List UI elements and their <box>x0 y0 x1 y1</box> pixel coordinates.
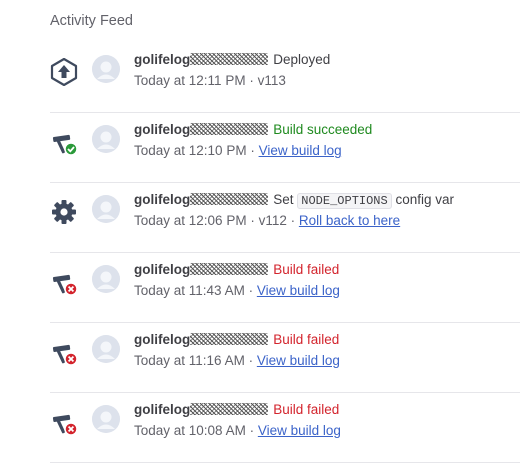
separator: · <box>244 283 257 298</box>
feed-item-deployed: golifelog Deployed Today at 12:11 PM · v1… <box>50 42 520 113</box>
user-name: golifelog <box>134 192 191 207</box>
view-build-log-link[interactable]: View build log <box>257 353 340 368</box>
feed-item-meta: Today at 10:08 AM · View build log <box>134 423 341 438</box>
separator: · <box>246 143 259 158</box>
action-text: Deployed <box>273 52 331 67</box>
release-version: v113 <box>257 73 286 88</box>
action-text: Set <box>273 192 294 207</box>
redacted-email <box>190 263 269 275</box>
deploy-upload-icon <box>50 58 78 86</box>
feed-item-build-succeeded: golifelog Build succeeded Today at 12:10 … <box>50 112 520 183</box>
build-status: Build succeeded <box>273 122 373 137</box>
avatar <box>92 265 120 293</box>
release-version: v112 <box>258 213 287 228</box>
feed-item-summary: golifelog Build failed <box>134 262 339 277</box>
redacted-email <box>190 333 269 345</box>
feed-item-summary: golifelog Build failed <box>134 402 339 417</box>
user-name: golifelog <box>134 122 191 137</box>
activity-feed: Activity Feed golifelog Deployed Today at… <box>0 0 520 473</box>
view-build-log-link[interactable]: View build log <box>258 423 341 438</box>
redacted-email <box>190 53 269 65</box>
feed-item-build-failed: golifelog Build failed Today at 11:43 AM … <box>50 252 520 323</box>
roll-back-link[interactable]: Roll back to here <box>299 213 400 228</box>
avatar <box>92 195 120 223</box>
build-failed-icon <box>52 274 78 296</box>
gear-icon <box>52 200 76 224</box>
feed-item-summary: golifelog Build failed <box>134 332 339 347</box>
redacted-email <box>190 193 269 205</box>
timestamp: Today at 11:16 AM <box>134 353 245 368</box>
user-name: golifelog <box>134 332 191 347</box>
feed-item-meta: Today at 12:10 PM · View build log <box>134 143 342 158</box>
feed-item-build-failed: golifelog Build failed Today at 11:16 AM … <box>50 322 520 393</box>
feed-item-summary: golifelog Set NODE_OPTIONS config var <box>134 192 454 209</box>
feed-item-summary: golifelog Build succeeded <box>134 122 372 137</box>
separator: · <box>244 353 257 368</box>
feed-item-meta: Today at 11:43 AM · View build log <box>134 283 340 298</box>
view-build-log-link[interactable]: View build log <box>259 143 342 158</box>
build-success-icon <box>52 134 78 156</box>
build-failed-icon <box>52 414 78 436</box>
timestamp: Today at 12:06 PM <box>134 213 247 228</box>
avatar <box>92 335 120 363</box>
avatar <box>92 125 120 153</box>
user-name: golifelog <box>134 52 191 67</box>
feed-item-summary: golifelog Deployed <box>134 52 330 67</box>
feed-item-meta: Today at 12:06 PM · v112 · Roll back to … <box>134 213 400 228</box>
feed-item-build-failed: golifelog Build failed Today at 10:08 AM … <box>50 392 520 463</box>
user-name: golifelog <box>134 402 191 417</box>
feed-title: Activity Feed <box>50 13 133 29</box>
build-status: Build failed <box>273 402 340 417</box>
redacted-email <box>190 403 269 415</box>
config-var-name: NODE_OPTIONS <box>297 193 392 209</box>
timestamp: Today at 12:11 PM <box>134 73 246 88</box>
build-failed-icon <box>52 344 78 366</box>
user-name: golifelog <box>134 262 191 277</box>
view-build-log-link[interactable]: View build log <box>257 283 340 298</box>
redacted-email <box>190 123 269 135</box>
timestamp: Today at 10:08 AM <box>134 423 246 438</box>
build-status: Build failed <box>273 332 340 347</box>
timestamp: Today at 12:10 PM <box>134 143 247 158</box>
avatar <box>92 55 120 83</box>
feed-item-meta: Today at 12:11 PM · v113 <box>134 73 286 88</box>
build-status: Build failed <box>273 262 340 277</box>
action-text-suffix: config var <box>395 192 454 207</box>
timestamp: Today at 11:43 AM <box>134 283 245 298</box>
feed-item-meta: Today at 11:16 AM · View build log <box>134 353 340 368</box>
avatar <box>92 405 120 433</box>
separator: · <box>286 213 299 228</box>
separator: · <box>246 213 259 228</box>
separator: · <box>245 423 258 438</box>
feed-item-config-var: golifelog Set NODE_OPTIONS config var Tod… <box>50 182 520 253</box>
separator: · <box>245 73 258 88</box>
